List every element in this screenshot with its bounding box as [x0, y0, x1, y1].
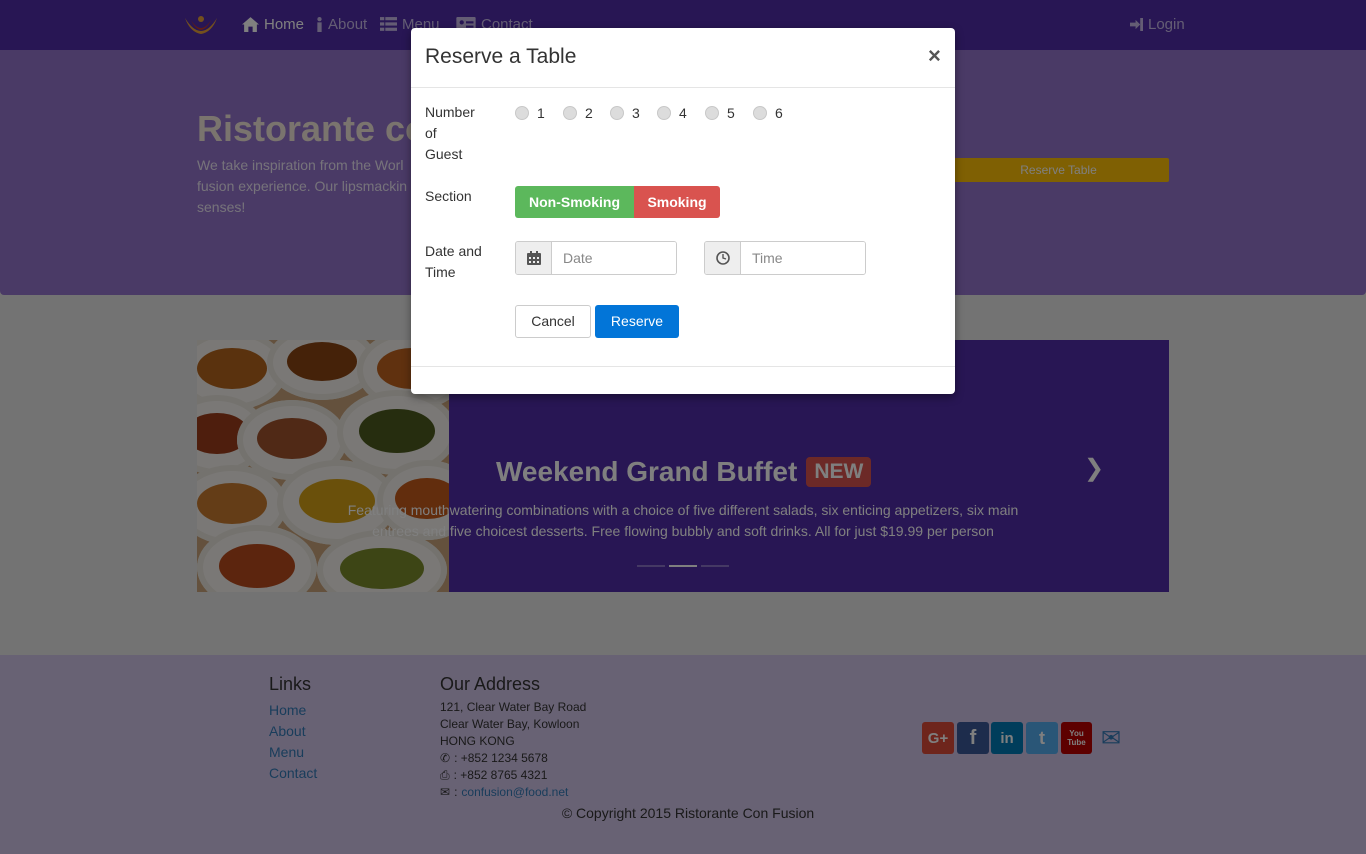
- guest-radio-1[interactable]: 1: [515, 105, 545, 121]
- date-input[interactable]: [552, 242, 676, 274]
- radio-circle-icon: [753, 106, 767, 120]
- guest-radio-2[interactable]: 2: [563, 105, 593, 121]
- guest-radio-label: 5: [727, 105, 735, 121]
- time-input[interactable]: [741, 242, 865, 274]
- close-icon[interactable]: ×: [928, 43, 941, 69]
- cancel-button[interactable]: Cancel: [515, 305, 591, 338]
- date-input-group: [515, 241, 677, 275]
- datetime-label: Date and Time: [425, 241, 482, 283]
- guests-label-line-2: of: [425, 125, 437, 141]
- radio-circle-icon: [563, 106, 577, 120]
- time-input-group: [704, 241, 866, 275]
- modal-header: Reserve a Table ×: [411, 28, 955, 88]
- smoking-button[interactable]: Smoking: [634, 186, 720, 218]
- reserve-button[interactable]: Reserve: [595, 305, 679, 338]
- guest-radio-5[interactable]: 5: [705, 105, 735, 121]
- guest-radio-label: 3: [632, 105, 640, 121]
- calendar-icon: [516, 242, 552, 274]
- reserve-modal: Reserve a Table × Number of Guest 1 2 3 …: [411, 28, 955, 394]
- radio-circle-icon: [705, 106, 719, 120]
- modal-title: Reserve a Table: [425, 45, 577, 68]
- datetime-label-line-2: Time: [425, 264, 456, 280]
- guest-radio-label: 2: [585, 105, 593, 121]
- radio-circle-icon: [657, 106, 671, 120]
- guest-radio-label: 4: [679, 105, 687, 121]
- guest-radio-label: 6: [775, 105, 783, 121]
- radio-circle-icon: [515, 106, 529, 120]
- guest-radio-6[interactable]: 6: [753, 105, 783, 121]
- guest-radio-label: 1: [537, 105, 545, 121]
- radio-circle-icon: [610, 106, 624, 120]
- modal-footer: [411, 366, 955, 367]
- guests-label-line-1: Number: [425, 104, 475, 120]
- guests-label: Number of Guest: [425, 102, 475, 165]
- section-label: Section: [425, 188, 472, 204]
- guests-label-line-3: Guest: [425, 146, 463, 162]
- clock-icon: [705, 242, 741, 274]
- guest-radio-4[interactable]: 4: [657, 105, 687, 121]
- datetime-label-line-1: Date and: [425, 243, 482, 259]
- non-smoking-button[interactable]: Non-Smoking: [515, 186, 634, 218]
- guest-radio-3[interactable]: 3: [610, 105, 640, 121]
